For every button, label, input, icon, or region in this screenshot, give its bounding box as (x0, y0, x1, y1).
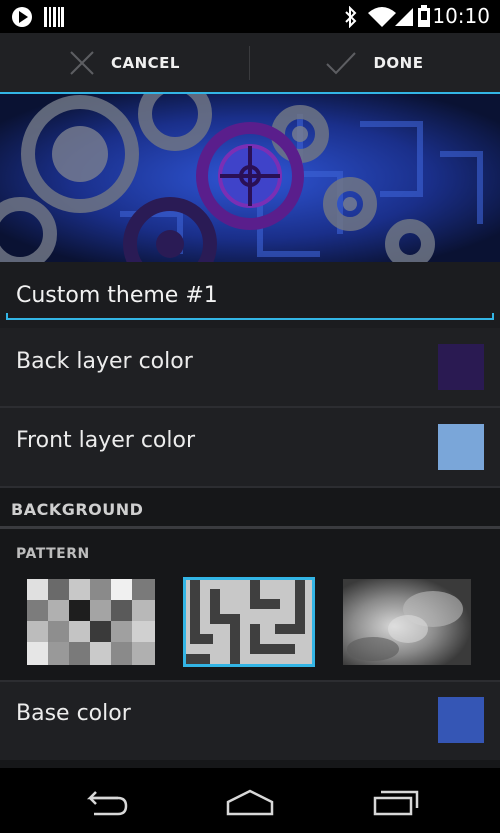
cancel-button[interactable]: CANCEL (0, 33, 249, 93)
front-layer-color-label: Front layer color (16, 428, 195, 453)
back-icon[interactable] (80, 788, 128, 816)
base-color-swatch[interactable] (438, 697, 484, 743)
done-label: DONE (373, 54, 424, 72)
battery-icon (418, 5, 430, 27)
play-store-icon (12, 7, 32, 27)
checker-pattern[interactable] (27, 579, 155, 665)
home-icon[interactable] (225, 788, 275, 816)
barcode-icon (44, 7, 64, 27)
theme-preview-image (0, 94, 500, 262)
close-icon (70, 51, 94, 75)
wifi-icon (368, 7, 396, 27)
input-underline-right-tick (492, 313, 494, 320)
cancel-label: CANCEL (111, 54, 180, 72)
section-rule (0, 526, 500, 529)
row-divider (0, 486, 500, 488)
checkmark-icon (326, 52, 357, 75)
pattern-header: PATTERN (16, 546, 90, 562)
input-underline-left-tick (6, 313, 8, 320)
base-color-label: Base color (16, 701, 131, 726)
background-section-header: BACKGROUND (11, 500, 144, 519)
back-layer-color-swatch[interactable] (438, 344, 484, 390)
clouds-pattern[interactable] (343, 579, 471, 665)
front-layer-color-swatch[interactable] (438, 424, 484, 470)
input-underline (6, 318, 494, 320)
theme-name-input[interactable] (16, 280, 486, 310)
bluetooth-icon (345, 6, 357, 28)
status-clock: 10:10 (432, 4, 490, 28)
done-button[interactable]: DONE (250, 33, 499, 93)
recents-icon[interactable] (373, 788, 421, 816)
maze-pattern[interactable] (183, 577, 315, 667)
cell-signal-icon (395, 8, 413, 26)
back-layer-color-label: Back layer color (16, 349, 193, 374)
